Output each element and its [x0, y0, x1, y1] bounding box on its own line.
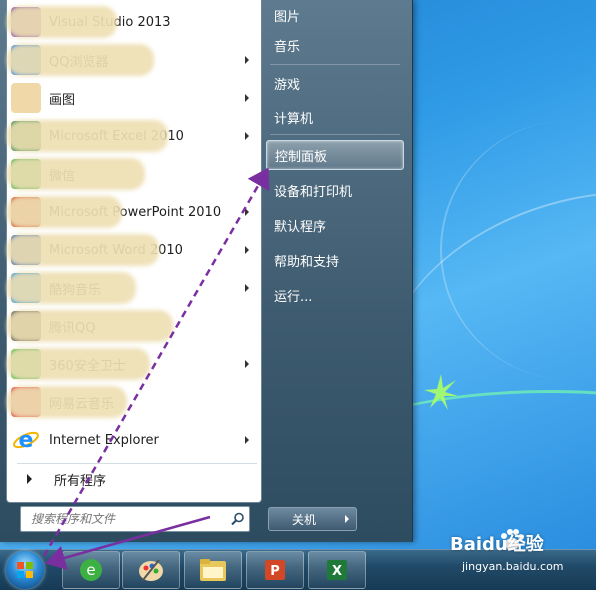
program-label: Internet Explorer	[49, 432, 159, 448]
submenu-arrow-icon	[245, 284, 249, 292]
program-item[interactable]: 画图	[11, 80, 257, 116]
privacy-blur	[7, 120, 168, 152]
expand-arrow-icon	[27, 474, 32, 484]
privacy-blur	[7, 348, 150, 380]
right-menu-label: 图片	[274, 9, 301, 25]
search-icon[interactable]	[227, 508, 249, 530]
privacy-blur	[7, 272, 136, 304]
privacy-blur	[7, 6, 117, 38]
taskbar-paint-button[interactable]	[122, 551, 180, 589]
taskbar-explorer-button[interactable]	[184, 551, 242, 589]
shutdown-button[interactable]: 关机	[268, 507, 340, 531]
folder-icon	[200, 559, 226, 581]
right-menu-label: 计算机	[274, 111, 314, 127]
program-item[interactable]: e Internet Explorer	[11, 422, 257, 458]
submenu-arrow-icon	[245, 436, 249, 444]
right-menu-label: 游戏	[274, 77, 301, 93]
shutdown-options-button[interactable]	[338, 507, 357, 531]
all-programs-button[interactable]: 所有程序	[11, 466, 257, 492]
right-divider	[270, 64, 400, 65]
right-menu-label: 默认程序	[274, 219, 327, 235]
right-menu-item[interactable]: 游戏	[266, 68, 404, 98]
taskbar-excel-button[interactable]: X	[308, 551, 366, 589]
search-box[interactable]	[20, 506, 250, 532]
privacy-blur	[7, 44, 154, 76]
shutdown-label: 关机	[291, 512, 316, 527]
svg-text:e: e	[19, 428, 34, 453]
wallpaper-leaf-icon	[424, 374, 458, 410]
right-menu-label: 帮助和支持	[274, 254, 340, 270]
start-menu: Visual Studio 2013QQ浏览器画图Microsoft Excel…	[0, 0, 413, 542]
right-menu-item[interactable]: 控制面板	[266, 140, 404, 170]
right-menu-item[interactable]: 计算机	[266, 102, 404, 132]
privacy-blur	[7, 386, 127, 418]
windows-logo-icon	[17, 562, 33, 578]
right-menu-label: 设备和打印机	[274, 184, 353, 200]
ie-icon: e	[11, 425, 41, 455]
privacy-blur	[7, 196, 122, 228]
submenu-arrow-icon	[245, 132, 249, 140]
program-label: 画图	[49, 92, 76, 108]
right-menu-item[interactable]: 默认程序	[266, 210, 404, 240]
svg-text:e: e	[86, 561, 95, 579]
right-menu-label: 运行...	[274, 289, 313, 305]
submenu-arrow-icon	[245, 246, 249, 254]
taskbar-powerpoint-button[interactable]: P	[246, 551, 304, 589]
powerpoint-icon: P	[265, 560, 285, 580]
search-area	[6, 502, 260, 542]
right-divider	[270, 134, 400, 135]
privacy-blur	[7, 310, 173, 342]
right-menu-item[interactable]: 运行...	[266, 280, 404, 310]
paint-icon	[139, 559, 163, 581]
right-menu-item[interactable]: 音乐	[266, 30, 404, 60]
svg-text:X: X	[332, 564, 342, 579]
privacy-blur	[7, 234, 159, 266]
svg-text:P: P	[270, 564, 280, 579]
submenu-arrow-icon	[245, 208, 249, 216]
right-menu-label: 控制面板	[275, 149, 328, 165]
watermark-brand: Baidu经验	[450, 534, 544, 555]
right-menu-item[interactable]: 帮助和支持	[266, 245, 404, 275]
taskbar-ie-button[interactable]: e	[62, 551, 120, 589]
chevron-right-icon	[345, 515, 349, 523]
privacy-blur	[7, 158, 145, 190]
excel-icon: X	[327, 560, 347, 580]
divider	[17, 463, 257, 464]
submenu-arrow-icon	[245, 56, 249, 64]
paint-icon	[11, 83, 41, 113]
submenu-arrow-icon	[245, 94, 249, 102]
all-programs-label: 所有程序	[54, 473, 107, 489]
right-menu-item[interactable]: 设备和打印机	[266, 175, 404, 205]
search-input[interactable]	[29, 511, 227, 527]
right-menu-item[interactable]: 图片	[266, 0, 404, 30]
start-button[interactable]	[6, 551, 44, 589]
programs-pane: Visual Studio 2013QQ浏览器画图Microsoft Excel…	[6, 0, 262, 503]
right-menu-label: 音乐	[274, 39, 301, 55]
ie-green-icon: e	[80, 559, 102, 581]
submenu-arrow-icon	[245, 360, 249, 368]
watermark-url: jingyan.baidu.com	[462, 560, 564, 573]
